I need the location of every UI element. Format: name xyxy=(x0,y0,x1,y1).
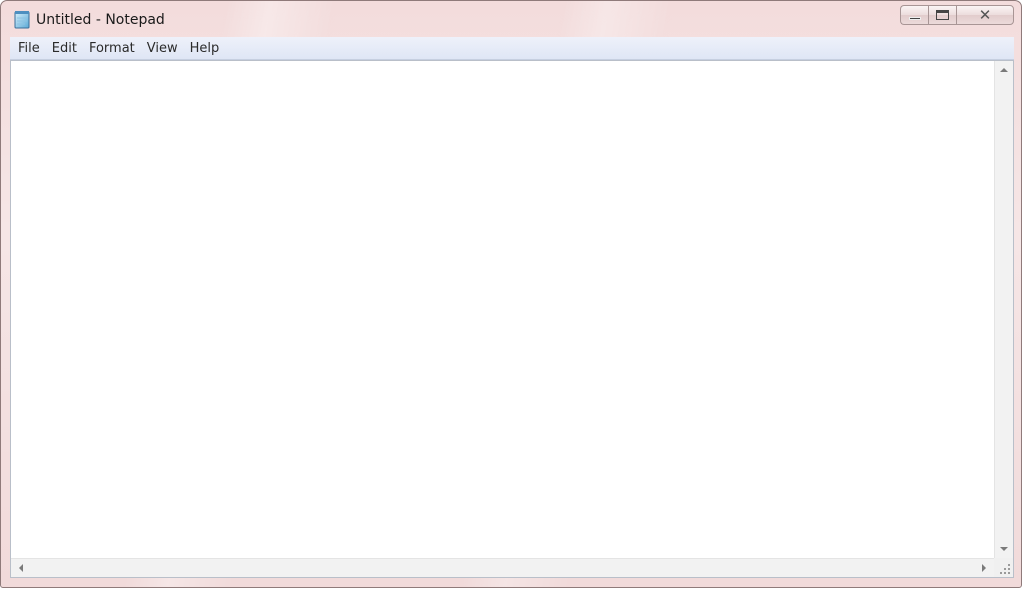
menu-bar: File Edit Format View Help xyxy=(10,37,1014,60)
scroll-right-icon[interactable] xyxy=(982,564,986,572)
maximize-icon xyxy=(936,10,949,20)
window-title: Untitled - Notepad xyxy=(36,12,165,28)
close-icon: ✕ xyxy=(978,6,992,24)
editor-area xyxy=(10,60,1014,578)
text-editor[interactable] xyxy=(11,61,994,558)
grip-dot xyxy=(1008,572,1010,574)
menu-edit[interactable]: Edit xyxy=(46,38,83,59)
grip-dot xyxy=(1008,564,1010,566)
horizontal-scrollbar[interactable] xyxy=(11,558,994,577)
grip-dot xyxy=(1008,568,1010,570)
notepad-icon[interactable] xyxy=(13,10,31,29)
grip-dot xyxy=(1004,572,1006,574)
notepad-window: Untitled - Notepad ✕ File Edit Format Vi… xyxy=(0,0,1022,588)
vertical-scrollbar[interactable] xyxy=(994,61,1013,558)
close-button[interactable]: ✕ xyxy=(956,5,1014,25)
caption-buttons: ✕ xyxy=(900,5,1014,27)
menu-file[interactable]: File xyxy=(10,38,46,59)
scroll-left-icon[interactable] xyxy=(19,564,23,572)
scroll-up-icon[interactable] xyxy=(1000,68,1008,72)
title-bar[interactable]: Untitled - Notepad ✕ xyxy=(1,1,1021,37)
menu-format[interactable]: Format xyxy=(83,38,141,59)
minimize-button[interactable] xyxy=(900,5,928,25)
minimize-icon xyxy=(909,17,921,20)
menu-view[interactable]: View xyxy=(141,38,184,59)
maximize-button[interactable] xyxy=(928,5,956,25)
grip-dot xyxy=(1004,568,1006,570)
size-grip[interactable] xyxy=(994,558,1013,577)
grip-dot xyxy=(1000,572,1002,574)
menu-help[interactable]: Help xyxy=(184,38,226,59)
scroll-down-icon[interactable] xyxy=(1000,547,1008,551)
